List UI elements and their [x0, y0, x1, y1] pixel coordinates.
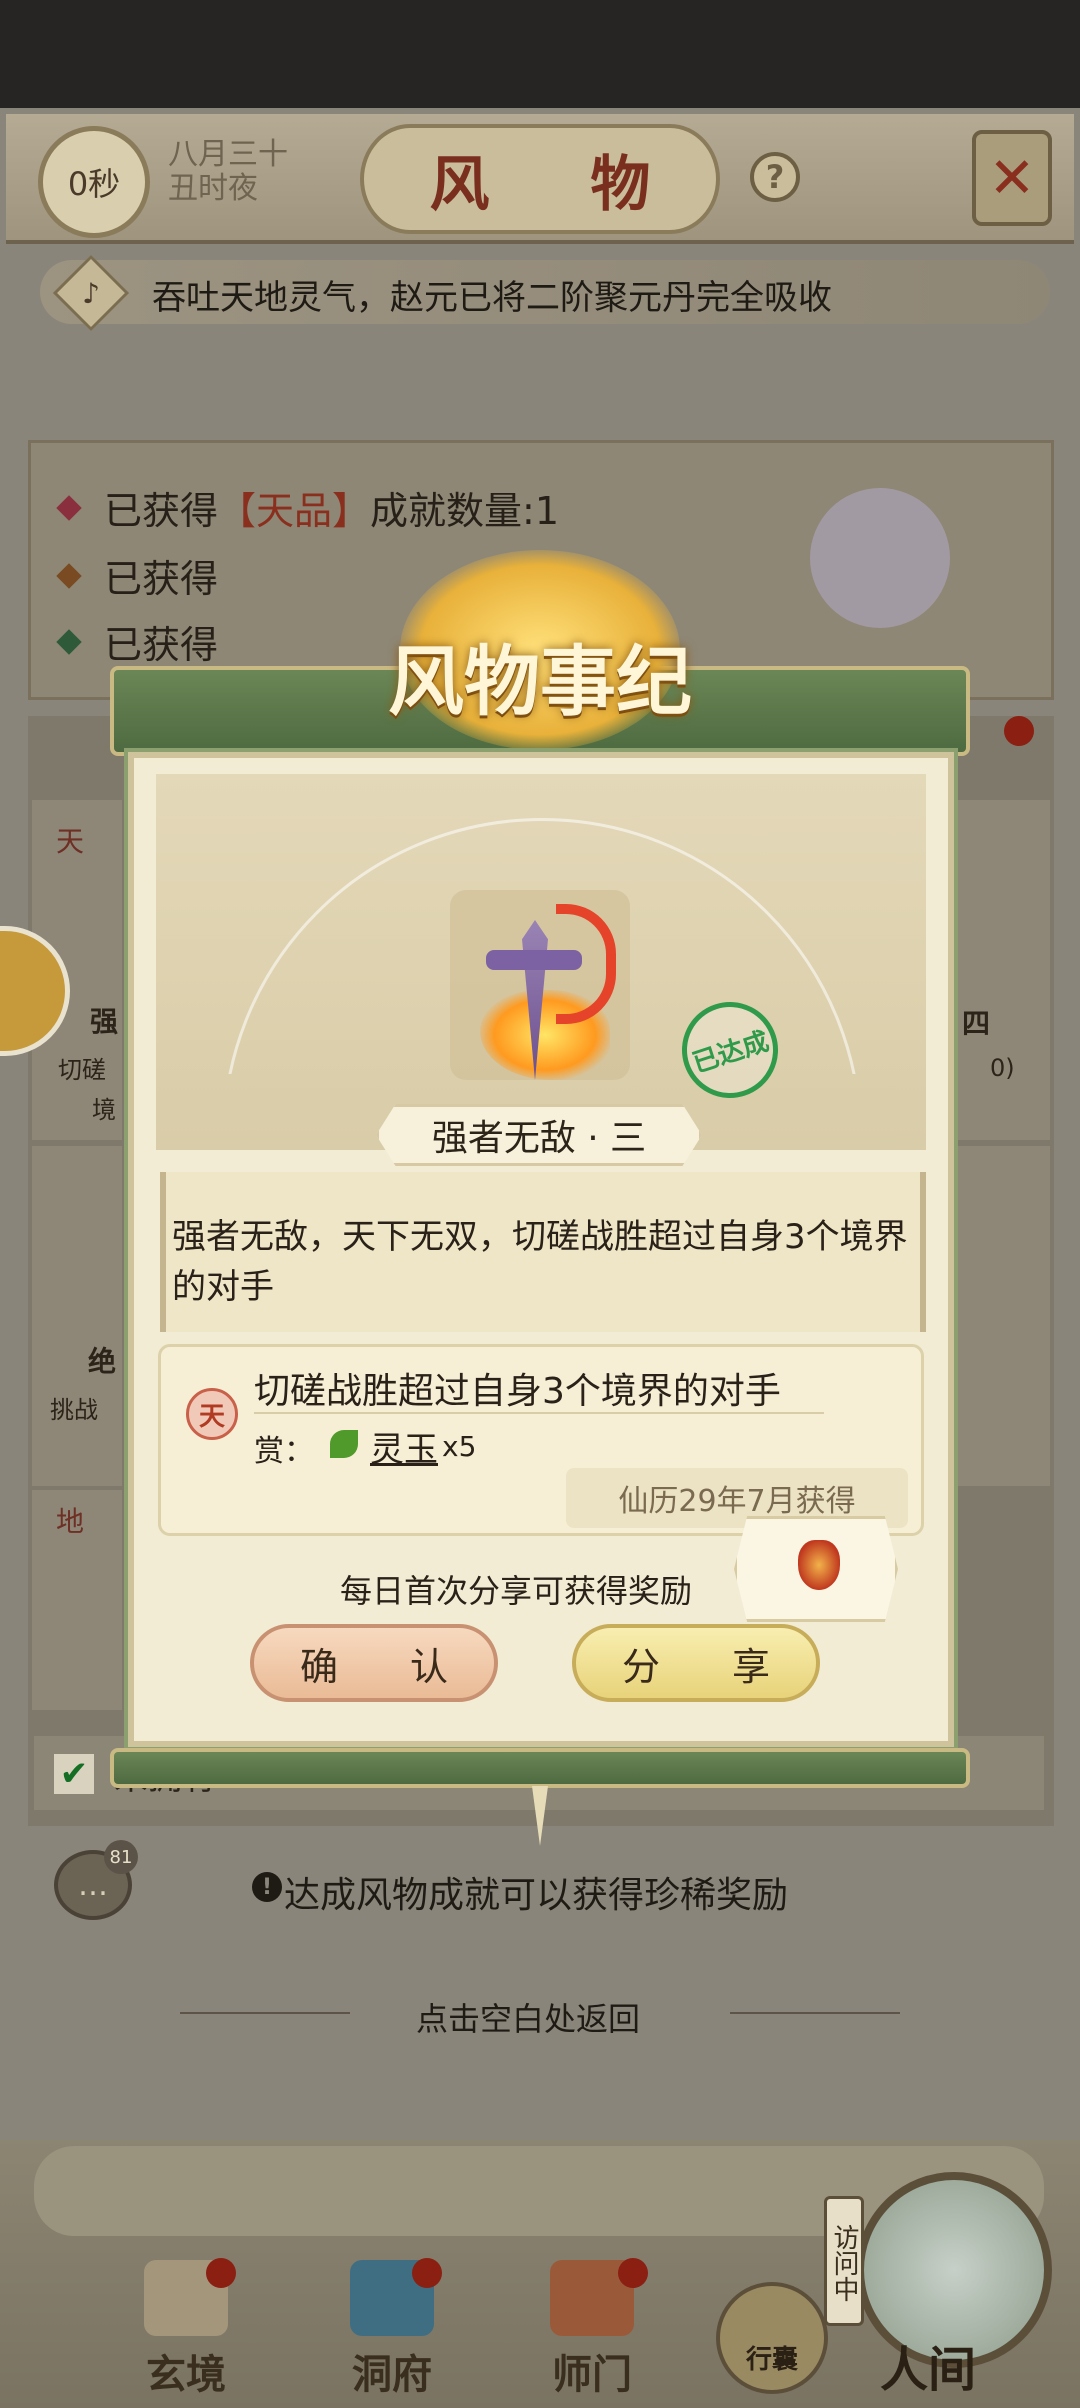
jade-icon [330, 1430, 358, 1458]
card-sub: 切磋 [58, 1056, 106, 1084]
stat-prefix: 已获得 [104, 489, 219, 533]
visit-tag: 访问中 [824, 2196, 864, 2326]
grade-badge: 天 [186, 1388, 238, 1440]
chat-icon: … [78, 1867, 108, 1903]
reward-item-link[interactable]: 灵玉 [370, 1422, 438, 1471]
divider [254, 1412, 824, 1414]
nav-item-dongfu[interactable]: 洞府 [322, 2260, 462, 2400]
notification-dot [412, 2258, 442, 2288]
stat-row-heaven: 已获得 【天品】 成就数量:1 [56, 480, 560, 535]
gift-bag-icon [798, 1540, 840, 1590]
card-grade-char: 天 [56, 825, 85, 858]
page-title: 风 物 [360, 124, 720, 234]
share-button[interactable]: 分 享 [572, 1624, 820, 1702]
reward-quantity: x5 [442, 1430, 477, 1463]
card-sub: 境 [92, 1096, 116, 1124]
bell-icon: ♪ [82, 276, 100, 310]
divider [730, 2012, 900, 2014]
status-strip [0, 0, 1080, 108]
nav-item-world[interactable]: 人间 [880, 2330, 976, 2400]
list-card-right [958, 800, 1050, 1140]
list-card-left [32, 1146, 122, 1486]
reward-note: 达成风物成就可以获得珍稀奖励 [284, 1875, 789, 1916]
stat-prefix: 已获得 [104, 623, 219, 667]
timer-badge: 0秒 [38, 126, 150, 238]
notification-dot [1004, 716, 1034, 746]
card-name: 四 [962, 1007, 991, 1040]
game-date: 八月三十 丑时夜 [168, 138, 288, 206]
date-line-2: 丑时夜 [168, 171, 258, 206]
return-hint[interactable]: 点击空白处返回 [416, 1994, 640, 2040]
share-hint: 每日首次分享可获得奖励 [340, 1572, 693, 1610]
diamond-icon [56, 628, 82, 655]
divider [180, 2012, 350, 2014]
modal-scroll-bottom [110, 1748, 970, 1788]
date-line-1: 八月三十 [168, 137, 288, 172]
modal-title: 风物事纪 [388, 637, 692, 726]
mascot-avatar [810, 488, 950, 628]
checkbox-owned[interactable]: ✔ [54, 1754, 94, 1794]
nav-label: 洞府 [352, 2351, 432, 2398]
condition-text: 切磋战胜超过自身3个境界的对手 [254, 1371, 781, 1412]
achievement-description: 强者无敌，天下无双，切磋战胜超过自身3个境界的对手 [172, 1217, 908, 1307]
stat-prefix: 已获得 [104, 557, 219, 601]
card-name: 绝 [88, 1345, 117, 1378]
close-icon: ✕ [988, 145, 1036, 211]
help-button[interactable]: ? [750, 152, 800, 202]
stat-row-earth: 已获得 [56, 548, 219, 603]
card-name: 强 [90, 1005, 119, 1038]
reward-label: 赏： [254, 1434, 314, 1469]
notification-dot [618, 2258, 648, 2288]
nav-label: 玄境 [146, 2351, 226, 2398]
stat-grade: 【天品】 [218, 489, 371, 533]
card-sub: 挑战 [50, 1396, 98, 1424]
card-sub: 0) [990, 1054, 1015, 1082]
nav-label: 师门 [552, 2351, 632, 2398]
stat-row-human: 已获得 [56, 614, 219, 669]
notice-text: 吞吐天地灵气，赵元已将二阶聚元丹完全吸收 [152, 278, 832, 318]
nav-item-bag[interactable]: 行囊 [716, 2282, 828, 2394]
list-card-right [958, 1146, 1050, 1486]
notification-dot [206, 2258, 236, 2288]
nav-item-xuanjing[interactable]: 玄境 [116, 2260, 256, 2400]
stat-count: 成就数量:1 [370, 489, 560, 533]
card-grade-char: 地 [56, 1505, 85, 1538]
chat-count-badge: 81 [104, 1840, 138, 1874]
diamond-icon [56, 494, 82, 521]
close-button[interactable]: ✕ [972, 130, 1052, 226]
confirm-button[interactable]: 确 认 [250, 1624, 498, 1702]
achievement-name: 强者无敌 · 三 [376, 1104, 702, 1166]
diamond-icon [56, 562, 82, 589]
